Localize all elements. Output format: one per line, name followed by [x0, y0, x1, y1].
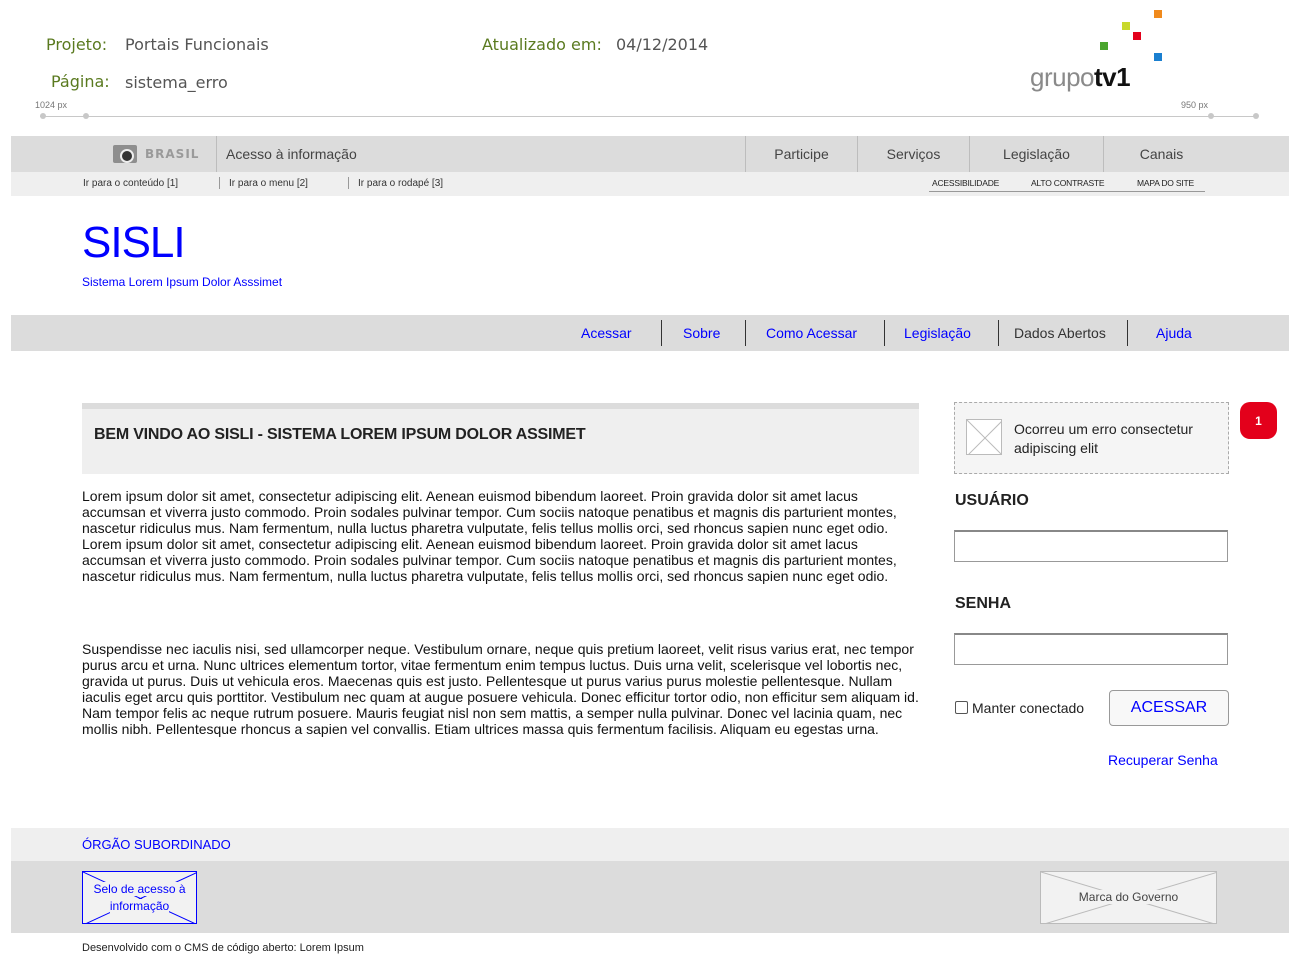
ruler-right-label: 950 px — [1181, 100, 1209, 110]
skip-to-footer-link[interactable]: Ir para o rodapé [3] — [358, 178, 443, 189]
menu-separator — [884, 320, 885, 346]
menu-separator — [1127, 320, 1128, 346]
error-message-box: Ocorreu um erro consectetur adipiscing e… — [954, 402, 1229, 474]
content-paragraph-1: Lorem ipsum dolor sit amet, consectetur … — [82, 488, 897, 584]
accessibility-links: ACESSIBILIDADE ALTO CONTRASTE MAPA DO SI… — [929, 172, 1205, 192]
skip-separator — [219, 177, 220, 189]
senha-label: SENHA — [955, 595, 1012, 612]
menu-acessar[interactable]: Acessar — [581, 325, 632, 341]
content-header: BEM VINDO AO SISLI - SISTEMA LOREM IPSUM… — [82, 403, 919, 474]
gov-menu-participe[interactable]: Participe — [745, 136, 857, 172]
logo-square-blue — [1154, 53, 1162, 61]
projeto-value: Portais Funcionais — [125, 35, 269, 54]
error-message-text: Ocorreu um erro consectetur adipiscing e… — [1014, 421, 1193, 456]
ruler-left-label: 1024 px — [35, 100, 68, 110]
content-paragraph-2: Suspendisse nec iaculis nisi, sed ullamc… — [82, 641, 919, 737]
ruler-dot — [1208, 113, 1214, 119]
ruler-dot — [1253, 113, 1259, 119]
image-placeholder-icon — [966, 419, 1002, 455]
menu-sobre[interactable]: Sobre — [683, 325, 720, 341]
logo-square-orange — [1154, 10, 1162, 18]
footer-top: ÓRGÃO SUBORDINADO — [11, 828, 1289, 861]
atualizado-value: 04/12/2014 — [616, 35, 709, 54]
logo-text: grupotv1 — [1030, 62, 1131, 92]
remember-label[interactable]: Manter conectado — [972, 700, 1084, 716]
ruler-dot — [83, 113, 89, 119]
usuario-input[interactable] — [954, 530, 1228, 562]
marca-label: Marca do Governo — [1076, 890, 1181, 904]
ruler-line — [40, 116, 1258, 117]
alto-contraste-link[interactable]: ALTO CONTRASTE — [1031, 178, 1105, 188]
acesso-informacao-link[interactable]: Acesso à informação — [226, 146, 357, 162]
brasil-link[interactable]: BRASIL — [111, 136, 217, 172]
logo-square-red — [1133, 32, 1141, 40]
page-title: BEM VINDO AO SISLI - SISTEMA LOREM IPSUM… — [94, 426, 586, 443]
footer-main: Selo de acesso à informação Marca do Gov… — [11, 861, 1289, 933]
gov-menu-legislacao[interactable]: Legislação — [969, 136, 1103, 172]
senha-input[interactable] — [954, 633, 1228, 665]
recuperar-senha-link[interactable]: Recuperar Senha — [1108, 752, 1218, 768]
menu-ajuda[interactable]: Ajuda — [1156, 325, 1192, 341]
selo-label: Selo de acesso à informação — [93, 882, 186, 913]
site-menu: Acessar Sobre Como Acessar Legislação Da… — [11, 315, 1289, 351]
annotation-badge: 1 — [1240, 402, 1277, 439]
menu-como-acessar[interactable]: Como Acessar — [766, 325, 857, 341]
acessibilidade-link[interactable]: ACESSIBILIDADE — [932, 178, 999, 188]
menu-separator — [745, 320, 746, 346]
pagina-value: sistema_erro — [125, 73, 228, 92]
mapa-do-site-link[interactable]: MAPA DO SITE — [1137, 178, 1194, 188]
menu-separator — [998, 320, 999, 346]
menu-separator — [661, 320, 662, 346]
brazil-flag-icon — [113, 145, 137, 163]
gov-menu-servicos[interactable]: Serviços — [857, 136, 969, 172]
remember-checkbox[interactable] — [955, 701, 968, 714]
developed-with-text: Desenvolvido com o CMS de código aberto:… — [82, 942, 364, 954]
usuario-label: USUÁRIO — [955, 492, 1029, 509]
skip-to-content-link[interactable]: Ir para o conteúdo [1] — [83, 178, 178, 189]
acessar-button[interactable]: ACESSAR — [1109, 690, 1229, 726]
logo-square-yellow — [1122, 22, 1130, 30]
logo-square-green — [1100, 42, 1108, 50]
marca-do-governo[interactable]: Marca do Governo — [1040, 871, 1217, 924]
projeto-label: Projeto: — [46, 35, 108, 54]
skip-links-bar: Ir para o conteúdo [1] Ir para o menu [2… — [11, 172, 1289, 196]
atualizado-label: Atualizado em: — [482, 35, 602, 54]
gov-menu: Participe Serviços Legislação Canais — [745, 136, 1219, 172]
gov-bar: BRASIL Acesso à informação Participe Ser… — [11, 136, 1289, 172]
skip-to-menu-link[interactable]: Ir para o menu [2] — [229, 178, 308, 189]
selo-acesso-informacao[interactable]: Selo de acesso à informação — [82, 871, 197, 924]
pagina-label: Página: — [51, 72, 110, 91]
menu-legislacao[interactable]: Legislação — [904, 325, 971, 341]
site-subtitle: Sistema Lorem Ipsum Dolor Asssimet — [82, 275, 283, 289]
site-title[interactable]: SISLI — [82, 218, 186, 268]
brasil-label: BRASIL — [145, 147, 200, 161]
skip-separator — [348, 177, 349, 189]
orgao-subordinado-link[interactable]: ÓRGÃO SUBORDINADO — [82, 837, 231, 852]
ruler-dot — [40, 113, 46, 119]
gov-menu-canais[interactable]: Canais — [1103, 136, 1219, 172]
menu-dados-abertos[interactable]: Dados Abertos — [1014, 325, 1106, 341]
